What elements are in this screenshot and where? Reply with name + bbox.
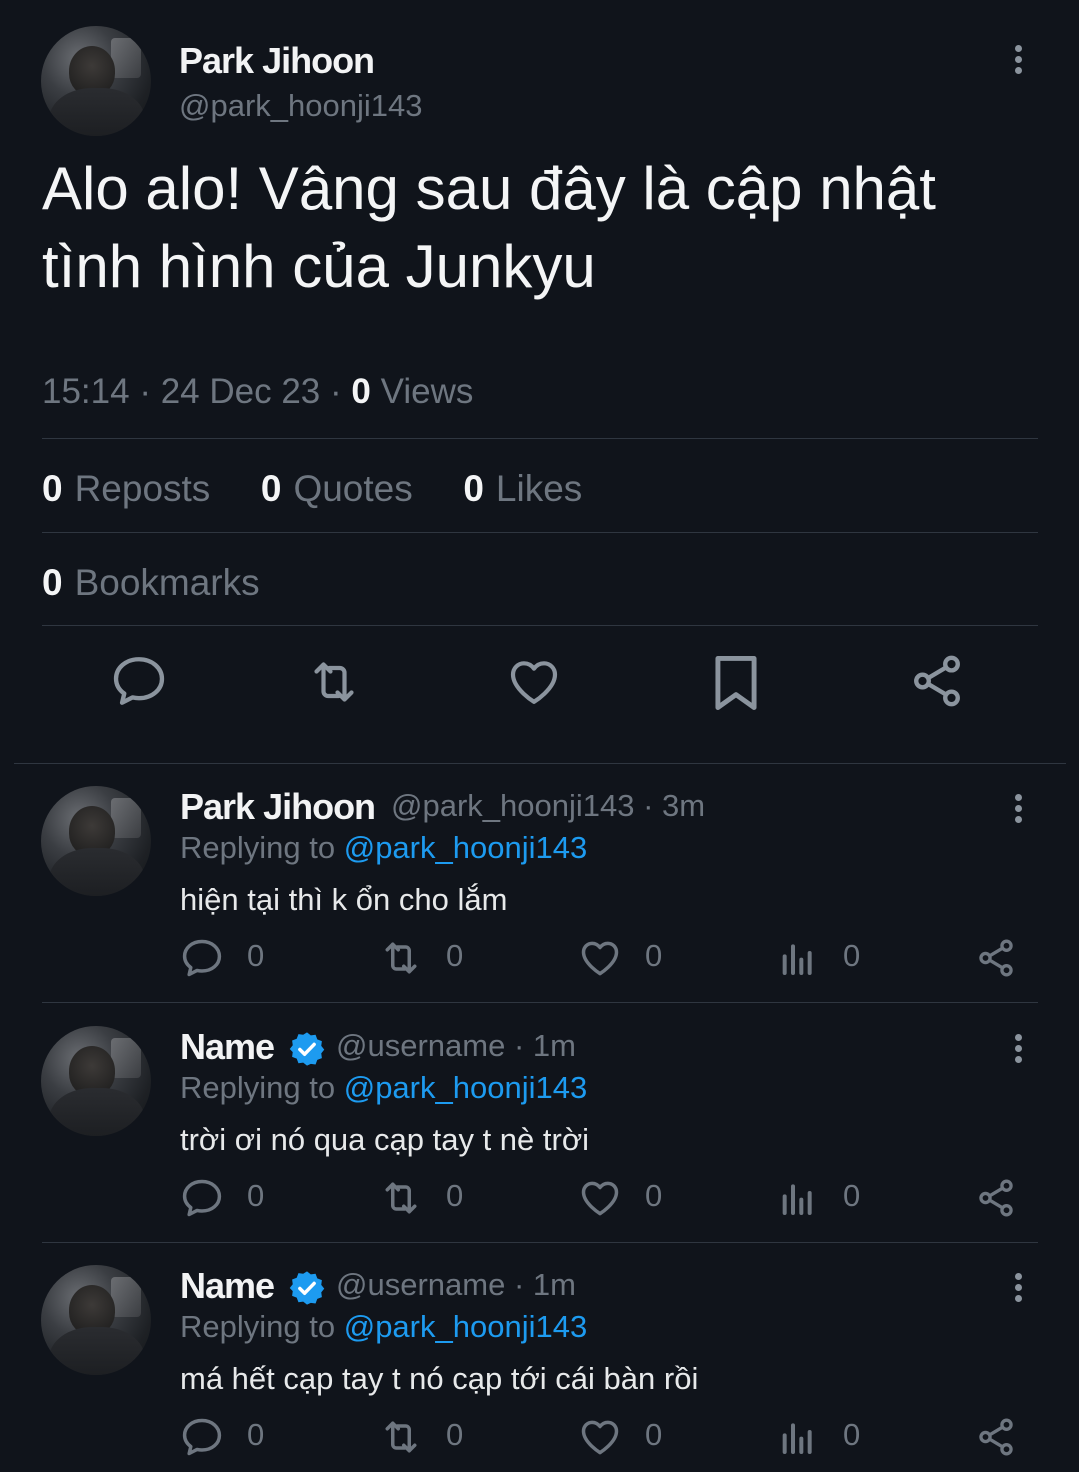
- avatar[interactable]: [41, 26, 151, 136]
- bookmarks-stat[interactable]: 0 Bookmarks: [42, 562, 260, 604]
- reply-count: 0: [247, 938, 265, 973]
- share-icon[interactable]: [975, 1415, 1017, 1459]
- mention-link[interactable]: @park_hoonji143: [344, 830, 587, 865]
- like-icon[interactable]: [505, 654, 563, 710]
- views-count: 0: [843, 1417, 861, 1452]
- views-count: 0: [843, 938, 861, 973]
- views-icon[interactable]: [778, 1176, 818, 1220]
- reply-item[interactable]: Park Jihoon @park_hoonji143 · 3m Replyin…: [0, 764, 1079, 1004]
- like-icon[interactable]: [578, 1176, 622, 1220]
- replying-to: Replying to @park_hoonji143: [180, 1309, 588, 1344]
- reply-icon[interactable]: [110, 652, 168, 710]
- like-count: 0: [645, 938, 663, 973]
- tweet-time: 15:14: [42, 372, 130, 411]
- reply-icon[interactable]: [180, 936, 224, 980]
- reply-item[interactable]: Name @username · 1m Replying to @park_ho…: [0, 1004, 1079, 1244]
- verified-badge-icon: [289, 1271, 325, 1305]
- like-count: 0: [645, 1178, 663, 1213]
- reply-icon[interactable]: [180, 1176, 224, 1220]
- verified-badge-icon: [289, 1032, 325, 1066]
- repost-icon[interactable]: [378, 1176, 424, 1220]
- reply-author-name[interactable]: Park Jihoon: [180, 786, 376, 828]
- repost-icon[interactable]: [378, 936, 424, 980]
- tweet-date: 24 Dec 23: [160, 372, 321, 411]
- more-options-icon[interactable]: [1013, 1034, 1023, 1068]
- repost-count: 0: [446, 1417, 464, 1452]
- reply-count: 0: [247, 1417, 265, 1452]
- like-count: 0: [645, 1417, 663, 1452]
- main-tweet: Park Jihoon @park_hoonji143 Alo alo! Vân…: [0, 0, 1079, 760]
- reply-author-name[interactable]: Name: [180, 1265, 275, 1307]
- tweet-text: Alo alo! Vâng sau đây là cập nhật tình h…: [42, 155, 936, 300]
- reply-text: hiện tại thì k ổn cho lắm: [180, 882, 508, 917]
- views-count: 0: [351, 372, 371, 411]
- reply-item[interactable]: Name @username · 1m Replying to @park_ho…: [0, 1243, 1079, 1472]
- reply-author-name[interactable]: Name: [180, 1026, 275, 1068]
- avatar[interactable]: [41, 1265, 151, 1375]
- avatar[interactable]: [41, 1026, 151, 1136]
- share-icon[interactable]: [908, 652, 966, 710]
- author-handle[interactable]: @park_hoonji143: [179, 88, 422, 124]
- replying-to: Replying to @park_hoonji143: [180, 830, 588, 865]
- author-name[interactable]: Park Jihoon: [179, 40, 375, 82]
- reply-author-handle[interactable]: @username · 1m: [336, 1028, 576, 1064]
- repost-icon[interactable]: [304, 654, 364, 710]
- reposts-stat[interactable]: 0 Reposts: [42, 468, 210, 509]
- bookmark-icon[interactable]: [710, 652, 762, 714]
- replying-to: Replying to @park_hoonji143: [180, 1070, 588, 1105]
- like-icon[interactable]: [578, 936, 622, 980]
- reply-author-handle[interactable]: @username · 1m: [336, 1267, 576, 1303]
- like-icon[interactable]: [578, 1415, 622, 1459]
- mention-link[interactable]: @park_hoonji143: [344, 1309, 587, 1344]
- mention-link[interactable]: @park_hoonji143: [344, 1070, 587, 1105]
- more-options-icon[interactable]: [1013, 1273, 1023, 1307]
- likes-stat[interactable]: 0 Likes: [463, 468, 582, 509]
- repost-count: 0: [446, 938, 464, 973]
- divider: [42, 532, 1038, 533]
- reply-text: trời ơi nó qua cạp tay t nè trời: [180, 1122, 590, 1157]
- views-label: Views: [380, 372, 474, 411]
- repost-icon[interactable]: [378, 1415, 424, 1459]
- divider: [42, 625, 1038, 626]
- views-count: 0: [843, 1178, 861, 1213]
- more-options-icon[interactable]: [1013, 45, 1023, 79]
- reply-author-handle[interactable]: @park_hoonji143 · 3m: [391, 788, 705, 824]
- share-icon[interactable]: [975, 936, 1017, 980]
- engagement-stats: 0 Reposts 0 Quotes 0 Likes: [42, 468, 582, 510]
- reply-text: má hết cạp tay t nó cạp tới cái bàn rồi: [180, 1361, 699, 1396]
- reply-icon[interactable]: [180, 1415, 224, 1459]
- quotes-stat[interactable]: 0 Quotes: [261, 468, 413, 509]
- more-options-icon[interactable]: [1013, 794, 1023, 828]
- tweet-meta: 15:14 · 24 Dec 23 · 0 Views: [42, 372, 474, 411]
- divider: [42, 1002, 1038, 1003]
- divider: [42, 438, 1038, 439]
- share-icon[interactable]: [975, 1176, 1017, 1220]
- repost-count: 0: [446, 1178, 464, 1213]
- views-icon[interactable]: [778, 1415, 818, 1459]
- views-icon[interactable]: [778, 936, 818, 980]
- avatar[interactable]: [41, 786, 151, 896]
- reply-count: 0: [247, 1178, 265, 1213]
